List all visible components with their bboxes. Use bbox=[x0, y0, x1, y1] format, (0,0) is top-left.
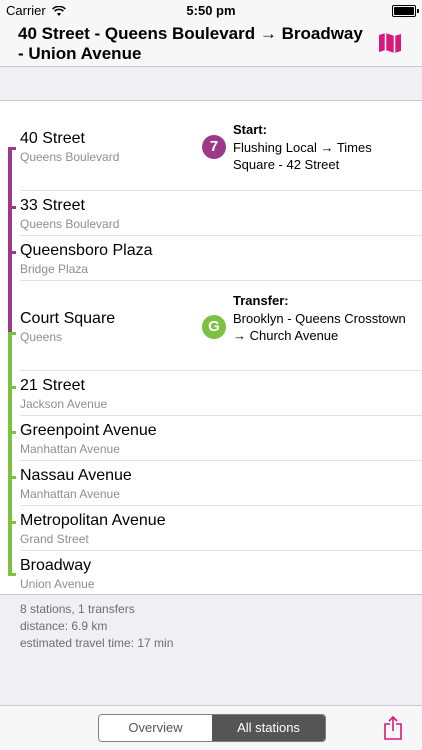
line-7-badge: 7 bbox=[202, 135, 226, 159]
station-row[interactable]: 40 Street Queens Boulevard 7 Start: Flus… bbox=[0, 101, 422, 191]
station-name: Court Square bbox=[20, 310, 116, 327]
station-subtitle: Bridge Plaza bbox=[20, 262, 89, 276]
station-name: 40 Street bbox=[20, 130, 85, 147]
status-bar: Carrier 5:50 pm bbox=[0, 0, 422, 22]
station-row[interactable]: Greenpoint Avenue Manhattan Avenue bbox=[0, 416, 422, 461]
station-name: Metropolitan Avenue bbox=[20, 512, 166, 529]
line-g-badge: G bbox=[202, 315, 226, 339]
start-description: Flushing Local → Times Square - 42 Stree… bbox=[233, 140, 372, 172]
station-subtitle: Grand Street bbox=[20, 532, 89, 546]
station-name: Nassau Avenue bbox=[20, 467, 132, 484]
map-icon[interactable] bbox=[378, 32, 402, 59]
station-row[interactable]: 21 Street Jackson Avenue bbox=[0, 371, 422, 416]
bottom-toolbar: Overview All stations bbox=[0, 705, 422, 750]
station-name: Broadway bbox=[20, 557, 92, 574]
station-list: 40 Street Queens Boulevard 7 Start: Flus… bbox=[0, 100, 422, 595]
distance: distance: 6.9 km bbox=[20, 619, 108, 633]
station-subtitle: Queens Boulevard bbox=[20, 150, 120, 164]
station-subtitle: Manhattan Avenue bbox=[20, 487, 120, 501]
transfer-description: Brooklyn - Queens Crosstown → Church Ave… bbox=[233, 311, 406, 343]
station-row[interactable]: Nassau Avenue Manhattan Avenue bbox=[0, 461, 422, 506]
station-name: Greenpoint Avenue bbox=[20, 422, 157, 439]
station-name: Queensboro Plaza bbox=[20, 242, 153, 259]
start-label: Start: bbox=[233, 122, 267, 137]
station-row[interactable]: Broadway Union Avenue bbox=[0, 551, 422, 594]
transfer-label: Transfer: bbox=[233, 293, 289, 308]
station-row[interactable]: 33 Street Queens Boulevard bbox=[0, 191, 422, 236]
station-row[interactable]: Court Square Queens G Transfer: Brooklyn… bbox=[0, 281, 422, 371]
app-screen: Carrier 5:50 pm 40 Street - Queens Boule… bbox=[0, 0, 422, 750]
station-subtitle: Queens bbox=[20, 330, 63, 344]
all-stations-segment[interactable]: All stations bbox=[212, 715, 325, 741]
stations-count: 8 stations, 1 transfers bbox=[20, 602, 135, 616]
station-name: 21 Street bbox=[20, 377, 85, 394]
station-subtitle: Jackson Avenue bbox=[20, 397, 108, 411]
travel-time: estimated travel time: 17 min bbox=[20, 636, 174, 650]
status-time: 5:50 pm bbox=[186, 3, 236, 18]
battery-icon bbox=[392, 5, 419, 17]
page-title: 40 Street - Queens Boulevard → Broadway … bbox=[18, 24, 363, 63]
station-subtitle: Union Avenue bbox=[20, 577, 95, 591]
route-summary: 8 stations, 1 transfers distance: 6.9 km… bbox=[20, 601, 173, 652]
station-subtitle: Manhattan Avenue bbox=[20, 442, 120, 456]
station-name: 33 Street bbox=[20, 197, 85, 214]
share-icon[interactable] bbox=[384, 715, 402, 745]
overview-segment[interactable]: Overview bbox=[99, 715, 212, 741]
navigation-bar: 40 Street - Queens Boulevard → Broadway … bbox=[0, 22, 422, 67]
view-segmented-control: Overview All stations bbox=[98, 714, 326, 742]
station-row[interactable]: Queensboro Plaza Bridge Plaza bbox=[0, 236, 422, 281]
station-row[interactable]: Metropolitan Avenue Grand Street bbox=[0, 506, 422, 551]
station-subtitle: Queens Boulevard bbox=[20, 217, 120, 231]
